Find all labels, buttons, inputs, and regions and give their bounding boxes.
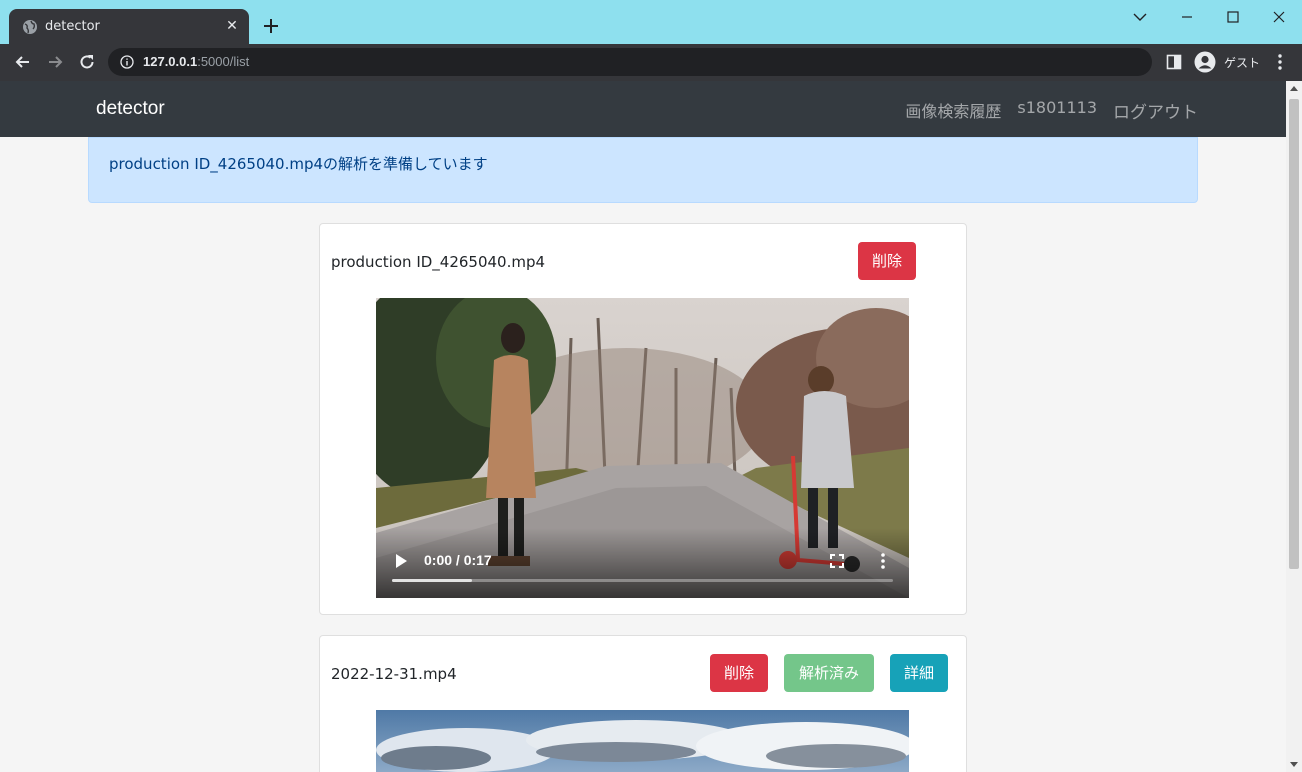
scroll-up-arrow-icon[interactable] [1290,85,1298,93]
forward-arrow-icon[interactable] [45,52,65,72]
maximize-icon[interactable] [1221,8,1245,26]
video-card: 2022-12-31.mp4 削除 解析済み 詳細 [319,635,967,772]
video-filename: 2022-12-31.mp4 [331,665,457,683]
video-time: 0:00 / 0:17 [424,552,492,568]
minimize-icon[interactable] [1175,8,1199,26]
analyzed-button[interactable]: 解析済み [784,654,874,692]
video-controls: 0:00 / 0:17 [376,528,909,598]
profile-label: ゲスト [1224,56,1261,70]
kebab-menu-icon[interactable] [1272,53,1288,71]
browser-tab[interactable]: detector ✕ [9,9,249,44]
globe-icon [23,20,37,34]
video-filename: production ID_4265040.mp4 [331,253,546,271]
detail-button[interactable]: 詳細 [890,654,948,692]
video-frame-thumbnail [376,710,909,772]
info-icon[interactable] [120,55,134,69]
app-navbar: detector 画像検索履歴 s1801113 ログアウト [0,81,1286,137]
video-card: production ID_4265040.mp4 削除 0:00 / 0:17 [319,223,967,615]
delete-button[interactable]: 削除 [858,242,916,280]
scroll-thumb[interactable] [1289,99,1299,569]
info-alert: production ID_4265040.mp4の解析を準備しています [88,137,1198,203]
video-more-options-icon[interactable] [880,552,886,570]
address-bar[interactable]: 127.0.0.1:5000/list [108,48,1152,76]
reload-icon[interactable] [77,52,97,72]
alert-message: production ID_4265040.mp4の解析を準備しています [109,155,488,173]
delete-button[interactable]: 削除 [710,654,768,692]
close-tab-icon[interactable]: ✕ [223,17,241,35]
video-player[interactable] [376,710,909,772]
scroll-down-arrow-icon[interactable] [1290,760,1298,768]
guest-avatar-icon [1194,51,1216,73]
nav-user-id[interactable]: s1801113 [1017,98,1097,123]
side-panel-icon[interactable] [1166,54,1182,70]
back-arrow-icon[interactable] [13,52,33,72]
nav-image-search-history[interactable]: 画像検索履歴 [905,98,1001,123]
new-tab-icon[interactable] [260,15,282,37]
brand-link[interactable]: detector [96,98,165,120]
close-window-icon[interactable] [1267,8,1291,26]
video-buffered-bar [392,579,473,582]
url-text: 127.0.0.1:5000/list [143,54,249,69]
page-scrollbar[interactable] [1286,81,1302,772]
url-host: 127.0.0.1 [143,54,198,69]
tab-search-chevron-down-icon[interactable] [1128,8,1152,26]
video-seek-bar[interactable] [392,579,893,582]
video-player[interactable]: 0:00 / 0:17 [376,298,909,598]
tab-title: detector [45,19,100,34]
fullscreen-icon[interactable] [830,554,844,568]
play-icon[interactable] [394,553,408,569]
browser-titlebar: detector ✕ [0,0,1302,44]
browser-toolbar: 127.0.0.1:5000/list ゲスト [0,44,1302,81]
nav-logout[interactable]: ログアウト [1113,98,1198,123]
nav-links: 画像検索履歴 s1801113 ログアウト [905,98,1198,123]
url-path: :5000/list [197,54,250,69]
page-viewport: detector 画像検索履歴 s1801113 ログアウト productio… [0,81,1286,772]
